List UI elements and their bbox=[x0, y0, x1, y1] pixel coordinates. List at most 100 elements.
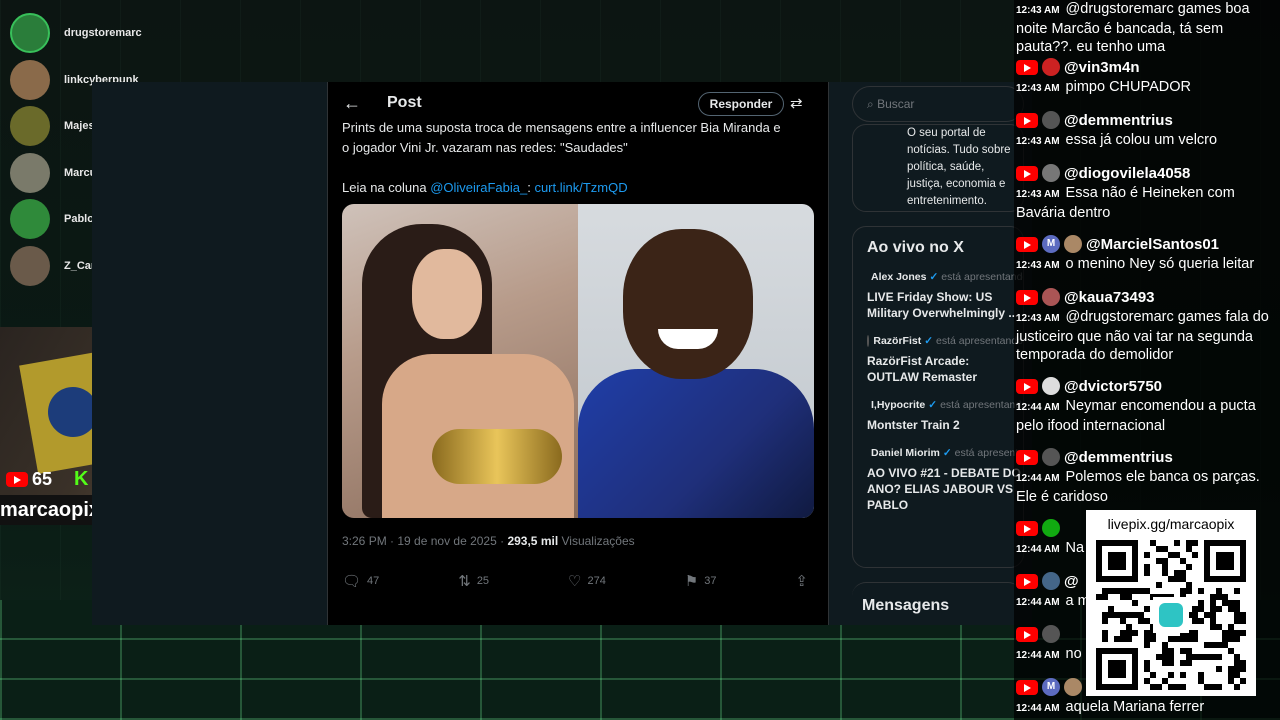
chat-username[interactable]: @vin3m4n bbox=[1064, 59, 1139, 76]
qr-module bbox=[1198, 606, 1204, 612]
live-item[interactable]: Alex Jones ✓ está apresentando LIVE Friday… bbox=[867, 271, 1023, 321]
post-text-line: o jogador Vini Jr. vazaram nas redes: "S… bbox=[342, 140, 628, 155]
qr-module bbox=[1222, 594, 1228, 600]
chat-user-line: @dvictor5750 bbox=[1014, 375, 1280, 397]
face bbox=[412, 249, 482, 339]
qr-module bbox=[1216, 594, 1222, 600]
chat-user-line: M @MarcielSantos01 bbox=[1014, 233, 1280, 255]
qr-module bbox=[1228, 600, 1234, 606]
reply-count: 47 bbox=[367, 575, 380, 587]
qr-module bbox=[1240, 678, 1246, 684]
chat-username[interactable]: @ bbox=[1064, 573, 1079, 590]
qr-module bbox=[1132, 612, 1138, 618]
mention-link[interactable]: @OliveiraFabia_ bbox=[430, 180, 527, 195]
qr-module bbox=[1240, 612, 1246, 618]
url-link[interactable]: curt.link/TzmQD bbox=[534, 180, 627, 195]
live-item[interactable]: Daniel Miorim✓está apresentando AO VIVO … bbox=[867, 447, 1023, 513]
live-show-title: AO VIVO #21 - DEBATE DO ANO? ELIAS JABOU… bbox=[867, 466, 1021, 512]
chat-username[interactable]: @MarcielSantos01 bbox=[1086, 236, 1219, 253]
post-meta: 3:26 PM · 19 de nov de 2025 · 293,5 mil … bbox=[342, 534, 635, 548]
qr-module bbox=[1192, 606, 1198, 612]
youtube-icon bbox=[1016, 626, 1038, 642]
x-right-sidebar: ⌕ Buscar O seu portal de notícias. Tudo … bbox=[852, 82, 1032, 625]
qr-module bbox=[1114, 588, 1120, 594]
livepix-qr-card: livepix.gg/marcaopix bbox=[1086, 510, 1256, 696]
qr-module bbox=[1192, 636, 1198, 642]
post-media[interactable] bbox=[342, 204, 814, 518]
youtube-icon bbox=[1016, 236, 1038, 252]
qr-module bbox=[1162, 570, 1168, 576]
like-action[interactable]: ♡ 274 bbox=[568, 572, 606, 590]
media-photo-right bbox=[578, 204, 814, 518]
qr-module bbox=[1216, 552, 1234, 570]
qr-module bbox=[1180, 648, 1186, 654]
qr-module bbox=[1168, 660, 1174, 666]
qr-module bbox=[1228, 666, 1234, 672]
chat-user-line: @diogovilela4058 bbox=[1014, 162, 1280, 184]
qr-module bbox=[1216, 606, 1222, 612]
bookmark-action[interactable]: ⚑ 37 bbox=[685, 572, 717, 590]
qr-module bbox=[1228, 630, 1234, 636]
qr-module bbox=[1132, 630, 1138, 636]
youtube-icon bbox=[1016, 449, 1038, 465]
chat-text: 12:44 AM aquela Mariana ferrer bbox=[1014, 698, 1280, 718]
chat-username[interactable]: @demmentrius bbox=[1064, 449, 1173, 466]
qr-module bbox=[1174, 570, 1180, 576]
qr-module bbox=[1162, 564, 1168, 570]
qr-module bbox=[1228, 678, 1234, 684]
qr-module bbox=[1198, 588, 1204, 594]
kick-icon: K bbox=[74, 467, 89, 490]
chat-message: @vin3m4n 12:43 AM pimpo CHUPADOR bbox=[1014, 56, 1280, 98]
chat-message-text: no bbox=[1065, 646, 1082, 662]
qr-module bbox=[1210, 624, 1216, 630]
chat-message-text: o menino Ney só queria leitar bbox=[1065, 256, 1255, 272]
qr-module bbox=[1198, 678, 1204, 684]
qr-module bbox=[1180, 660, 1186, 666]
qr-module bbox=[1234, 612, 1240, 618]
reply-button[interactable]: Responder bbox=[698, 92, 784, 116]
chat-username[interactable]: @diogovilela4058 bbox=[1064, 165, 1190, 182]
reply-action[interactable]: 🗨 47 bbox=[342, 572, 379, 590]
qr-module bbox=[1222, 642, 1228, 648]
chat-message-text: Na bbox=[1065, 540, 1085, 556]
qr-module bbox=[1192, 618, 1198, 624]
qr-module bbox=[1210, 606, 1216, 612]
qr-module bbox=[1114, 612, 1120, 618]
live-item[interactable]: RazörFist ✓ está apresentando RazörFist Ar… bbox=[867, 335, 1023, 385]
qr-module bbox=[1120, 612, 1126, 618]
search-input[interactable]: ⌕ Buscar bbox=[852, 86, 1024, 122]
qr-module bbox=[1144, 636, 1150, 642]
profile-description-card: O seu portal de notícias. Tudo sobre pol… bbox=[852, 124, 1024, 212]
qr-module bbox=[1186, 540, 1192, 546]
chat-message-text: essa já colou um velcro bbox=[1065, 132, 1218, 148]
qr-module bbox=[1132, 600, 1138, 606]
repost-action[interactable]: ⇅ 25 bbox=[458, 572, 489, 590]
qr-module bbox=[1222, 600, 1228, 606]
qr-module bbox=[1138, 588, 1144, 594]
chat-username[interactable]: @demmentrius bbox=[1064, 112, 1173, 129]
search-icon: ⌕ bbox=[867, 97, 878, 111]
qr-module bbox=[1102, 636, 1108, 642]
chat-username[interactable]: @dvictor5750 bbox=[1064, 378, 1162, 395]
qr-module bbox=[1108, 606, 1114, 612]
chat-timestamp: 12:44 AM bbox=[1016, 597, 1060, 608]
live-host: Alex Jones ✓ está apresentando bbox=[867, 271, 1023, 283]
live-item[interactable]: I,Hypocrite ✓ está apresentando Montster T… bbox=[867, 399, 1023, 433]
chat-username[interactable]: @kaua73493 bbox=[1064, 289, 1155, 306]
qr-module bbox=[1120, 594, 1126, 600]
qr-module bbox=[1168, 576, 1174, 582]
post-text-line: Prints de uma suposta troca de mensagens… bbox=[342, 120, 781, 135]
qr-module bbox=[1234, 630, 1240, 636]
back-arrow-icon[interactable]: ← bbox=[343, 93, 363, 114]
sliders-icon[interactable]: ⇄ bbox=[790, 94, 803, 112]
qr-module bbox=[1102, 594, 1108, 600]
messages-drawer[interactable]: Mensagens bbox=[852, 582, 1022, 625]
qr-module bbox=[1192, 612, 1198, 618]
bookmark-icon: ⚑ bbox=[684, 573, 699, 590]
qr-module bbox=[1234, 588, 1240, 594]
qr-module bbox=[1144, 642, 1150, 648]
share-action[interactable]: ⇪ bbox=[795, 572, 814, 590]
youtube-icon bbox=[1016, 59, 1038, 75]
chat-timestamp: 12:43 AM bbox=[1016, 260, 1060, 271]
youtube-icon bbox=[1016, 289, 1038, 305]
